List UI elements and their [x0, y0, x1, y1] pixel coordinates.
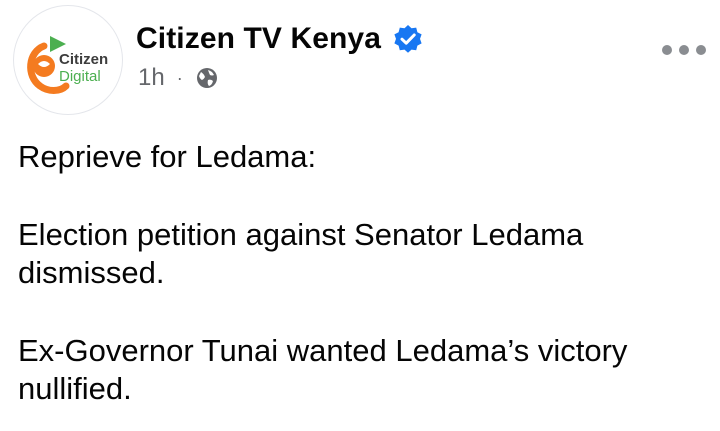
post-timestamp[interactable]: 1h	[138, 64, 165, 92]
post-paragraph-headline: Reprieve for Ledama:	[18, 139, 317, 174]
more-options-icon[interactable]	[662, 40, 706, 60]
citizen-digital-logo: Citizen Digital	[27, 36, 108, 94]
page-name-link[interactable]: Citizen TV Kenya	[136, 22, 381, 56]
page-avatar[interactable]: Citizen Digital	[14, 6, 122, 114]
post-meta: 1h ·	[138, 64, 219, 92]
post-paragraph: Ex-Governor Tunai wanted Ledama’s victor…	[18, 333, 628, 406]
more-dot	[696, 45, 706, 55]
page-name-row: Citizen TV Kenya	[136, 22, 423, 56]
post-body: Reprieve for Ledama: Election petition a…	[18, 138, 708, 431]
facebook-post: Citizen Digital Citizen TV Kenya 1h · Re…	[0, 0, 720, 431]
globe-icon[interactable]	[195, 66, 219, 90]
logo-text-citizen: Citizen	[59, 51, 108, 68]
meta-separator: ·	[176, 67, 183, 88]
verified-badge-icon	[393, 24, 423, 54]
more-dot	[662, 45, 672, 55]
more-dot	[679, 45, 689, 55]
post-paragraph: Election petition against Senator Ledama…	[18, 217, 584, 290]
logo-text-digital: Digital	[59, 68, 101, 85]
